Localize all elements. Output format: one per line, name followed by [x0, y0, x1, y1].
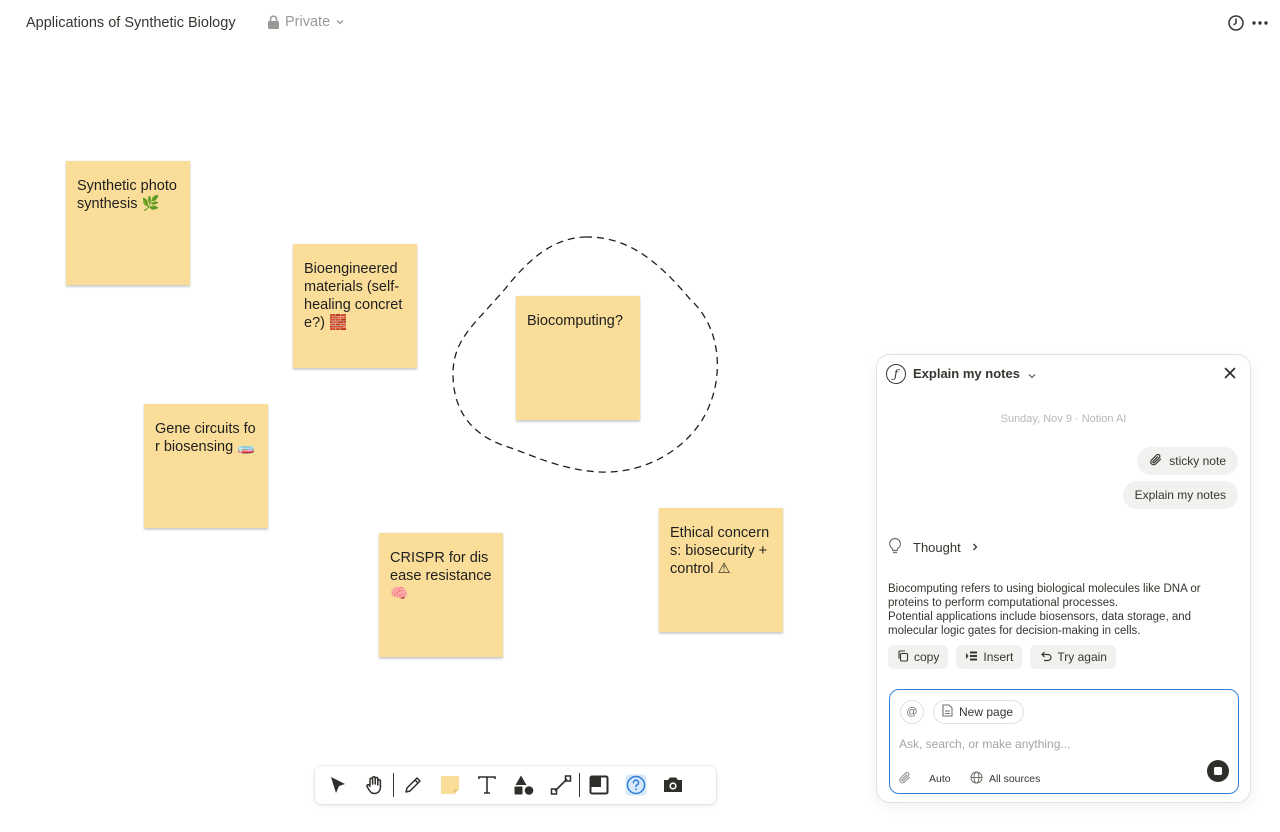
- mode-selector[interactable]: Auto: [929, 773, 951, 785]
- user-message-text: Explain my notes: [1134, 488, 1226, 502]
- new-page-label: New page: [959, 705, 1014, 719]
- sticky-note-biocomputing[interactable]: Biocomputing?: [516, 296, 640, 420]
- chevron-down-icon: [335, 18, 345, 26]
- sticky-note-tool-icon[interactable]: [431, 769, 468, 801]
- page-icon: [942, 704, 953, 720]
- sticky-note-crispr[interactable]: CRISPR for disease resistance 🧠: [379, 533, 503, 657]
- stop-button[interactable]: [1207, 760, 1229, 782]
- conversation-date: Sunday, Nov 9 · Notion AI: [1000, 413, 1127, 425]
- ai-response: Biocomputing refers to using biological …: [888, 582, 1238, 638]
- new-page-chip[interactable]: New page: [933, 700, 1025, 724]
- context-chip-label: sticky note: [1169, 454, 1226, 468]
- whiteboard-page: Applications of Synthetic Biology Privat…: [0, 0, 1280, 832]
- help-icon[interactable]: [617, 769, 654, 801]
- sticky-note-ethical-concerns[interactable]: Ethical concerns: biosecurity + control …: [659, 508, 783, 632]
- lightbulb-icon: [887, 537, 903, 558]
- sources-selector[interactable]: All sources: [970, 771, 1040, 787]
- ai-panel-title[interactable]: Explain my notes: [913, 366, 1020, 381]
- thought-label: Thought: [913, 540, 961, 555]
- pen-tool-icon[interactable]: [394, 769, 431, 801]
- ai-response-line: Biocomputing refers to using biological …: [888, 583, 1201, 609]
- stop-icon: [1214, 767, 1222, 775]
- shapes-tool-icon[interactable]: [505, 769, 542, 801]
- privacy-dropdown[interactable]: Private: [267, 14, 345, 30]
- sticky-note-synthetic-photosynthesis[interactable]: Synthetic photosynthesis 🌿: [66, 161, 190, 285]
- lock-icon: [267, 14, 280, 30]
- chevron-down-icon[interactable]: [1027, 367, 1037, 385]
- attach-icon[interactable]: [898, 771, 912, 790]
- chevron-right-icon: [971, 540, 979, 555]
- undo-icon: [1039, 650, 1052, 665]
- close-icon[interactable]: [1222, 365, 1238, 381]
- clock-icon[interactable]: [1225, 12, 1247, 34]
- copy-button[interactable]: copy: [888, 645, 949, 669]
- paperclip-icon: [1149, 453, 1163, 470]
- ai-panel-header: ƒ Explain my notes: [877, 355, 1250, 393]
- mention-button[interactable]: @: [900, 700, 924, 724]
- page-title[interactable]: Applications of Synthetic Biology: [26, 15, 236, 31]
- user-message-bubble: Explain my notes: [1122, 481, 1238, 509]
- copy-icon: [897, 649, 909, 665]
- try-again-label: Try again: [1057, 650, 1107, 664]
- insert-label: Insert: [983, 650, 1014, 664]
- sticky-note-bioengineered-materials[interactable]: Bioengineered materials (self-healing co…: [293, 244, 417, 368]
- ai-response-actions: copy Insert Try again: [888, 645, 1116, 669]
- top-bar: Applications of Synthetic Biology Privat…: [0, 0, 1280, 46]
- hand-tool-icon[interactable]: [356, 769, 393, 801]
- privacy-label: Private: [285, 14, 331, 30]
- text-tool-icon[interactable]: [468, 769, 505, 801]
- try-again-button[interactable]: Try again: [1030, 645, 1116, 669]
- thought-toggle[interactable]: Thought: [887, 537, 979, 558]
- context-chip-sticky-note[interactable]: sticky note: [1137, 447, 1238, 475]
- notion-ai-panel: ƒ Explain my notes Sunday, Nov 9 · Notio…: [876, 354, 1251, 803]
- more-icon[interactable]: [1249, 12, 1271, 34]
- ai-response-line: Potential applications include biosensor…: [888, 611, 1192, 637]
- connector-tool-icon[interactable]: [542, 769, 579, 801]
- copy-label: copy: [914, 650, 940, 664]
- select-tool-icon[interactable]: [319, 769, 356, 801]
- insert-button[interactable]: Insert: [956, 645, 1023, 669]
- notion-ai-logo-icon: ƒ: [886, 364, 906, 384]
- sources-label: All sources: [989, 773, 1041, 785]
- ask-input[interactable]: [899, 737, 1219, 751]
- canvas-toolbar: [315, 766, 716, 804]
- sticky-note-gene-circuits[interactable]: Gene circuits for biosensing 🧫: [144, 404, 268, 528]
- camera-icon[interactable]: [654, 769, 691, 801]
- ai-composer: @ New page Auto All sources: [889, 689, 1239, 794]
- frame-tool-icon[interactable]: [580, 769, 617, 801]
- globe-icon: [970, 771, 983, 787]
- insert-icon: [965, 650, 978, 665]
